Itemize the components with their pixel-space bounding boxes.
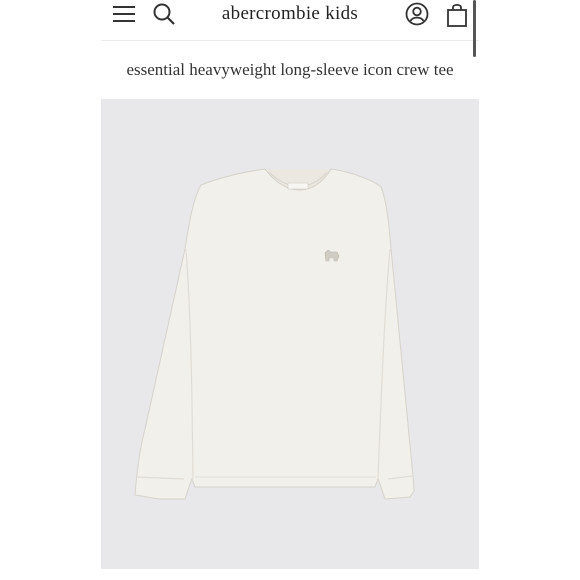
top-navigation-bar: abercrombie kids	[101, 0, 479, 57]
product-title: essential heavyweight long-sleeve icon c…	[126, 60, 454, 79]
account-icon[interactable]	[405, 2, 429, 26]
product-image[interactable]	[101, 99, 479, 569]
mobile-screen: abercrombie kids essential heavyweight l…	[101, 0, 479, 580]
bottom-strip	[101, 569, 479, 580]
shopping-bag-icon[interactable]	[445, 2, 469, 27]
scrollbar[interactable]	[473, 0, 476, 57]
product-image-illustration	[134, 168, 415, 500]
